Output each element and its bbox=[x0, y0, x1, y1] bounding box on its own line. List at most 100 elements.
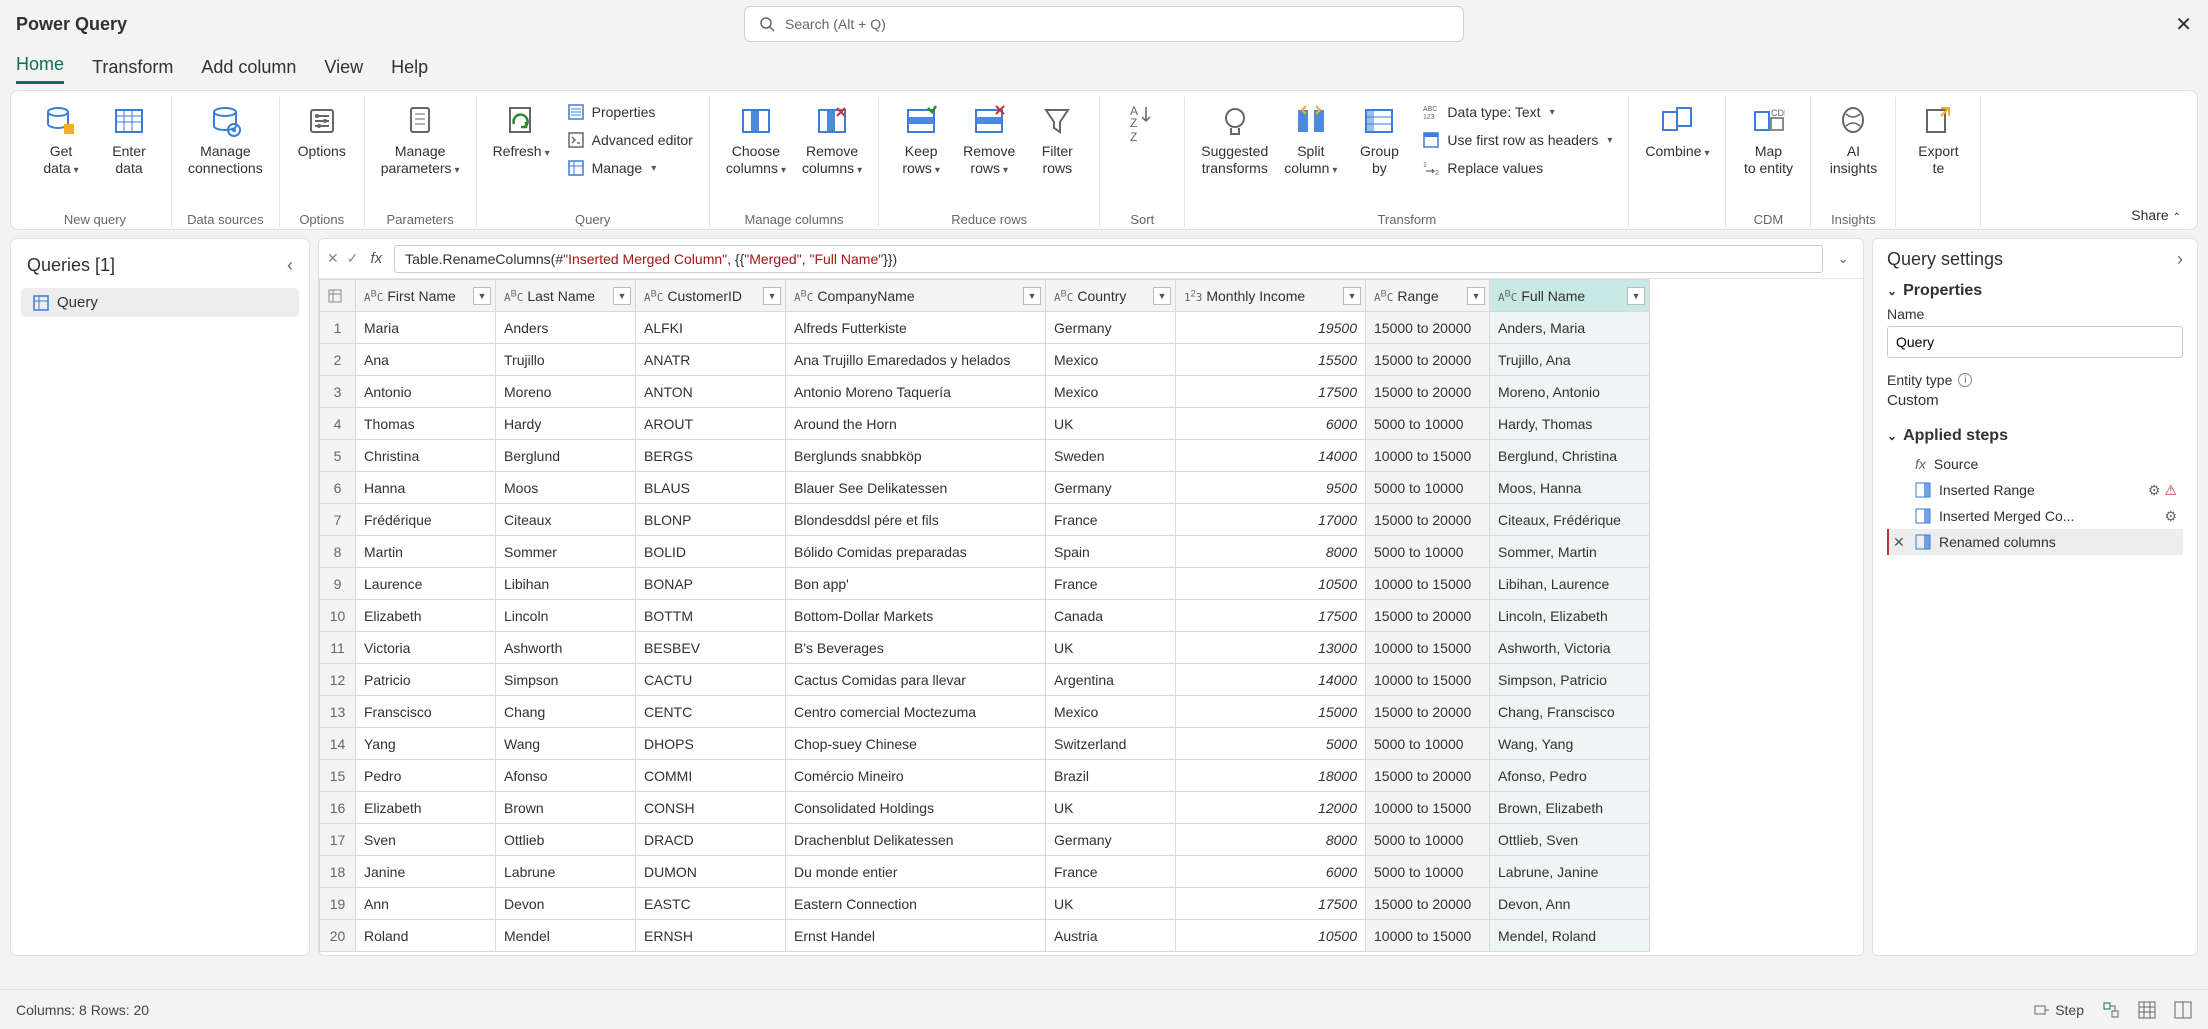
cancel-formula-icon[interactable]: ✕ bbox=[327, 250, 339, 267]
cell[interactable]: 15000 bbox=[1176, 696, 1366, 728]
cell[interactable]: Libihan bbox=[496, 568, 636, 600]
cell[interactable]: Labrune bbox=[496, 856, 636, 888]
applied-step[interactable]: Inserted Range⚙⚠ bbox=[1887, 477, 2183, 503]
cell[interactable]: Bottom-Dollar Markets bbox=[786, 600, 1046, 632]
cell[interactable]: Canada bbox=[1046, 600, 1176, 632]
cell[interactable]: 5000 to 10000 bbox=[1366, 408, 1490, 440]
diagram-view-icon[interactable] bbox=[2102, 1001, 2120, 1019]
cell[interactable]: 19500 bbox=[1176, 312, 1366, 344]
cell[interactable]: Trujillo, Ana bbox=[1490, 344, 1650, 376]
cell[interactable]: 17500 bbox=[1176, 888, 1366, 920]
cell[interactable]: 10000 to 15000 bbox=[1366, 568, 1490, 600]
row-header[interactable]: 15 bbox=[320, 760, 356, 792]
cell[interactable]: France bbox=[1046, 568, 1176, 600]
filter-dropdown-icon[interactable]: ▼ bbox=[1343, 287, 1361, 305]
cell[interactable]: B's Beverages bbox=[786, 632, 1046, 664]
cell[interactable]: UK bbox=[1046, 888, 1176, 920]
filter-dropdown-icon[interactable]: ▼ bbox=[1153, 287, 1171, 305]
gear-icon[interactable]: ⚙ bbox=[2164, 508, 2177, 525]
cell[interactable]: Ana Trujillo Emaredados y helados bbox=[786, 344, 1046, 376]
keep-rows-button[interactable]: Keeprows bbox=[889, 97, 953, 181]
cell[interactable]: Moos bbox=[496, 472, 636, 504]
cell[interactable]: Afonso bbox=[496, 760, 636, 792]
applied-step[interactable]: Inserted Merged Co...⚙ bbox=[1887, 503, 2183, 529]
cell[interactable]: BOLID bbox=[636, 536, 786, 568]
collapse-queries-icon[interactable]: ‹ bbox=[287, 255, 293, 276]
info-icon[interactable]: i bbox=[1958, 373, 1972, 387]
cell[interactable]: 15000 to 20000 bbox=[1366, 600, 1490, 632]
tab-help[interactable]: Help bbox=[391, 57, 428, 84]
cell[interactable]: Bólido Comidas preparadas bbox=[786, 536, 1046, 568]
sort-button[interactable]: AZZ bbox=[1110, 97, 1174, 147]
cell[interactable]: France bbox=[1046, 856, 1176, 888]
cell[interactable]: 15000 to 20000 bbox=[1366, 504, 1490, 536]
replace-values-button[interactable]: 12Replace values bbox=[1415, 155, 1618, 181]
cell[interactable]: 10000 to 15000 bbox=[1366, 632, 1490, 664]
gear-icon[interactable]: ⚙ bbox=[2148, 482, 2161, 499]
delete-step-icon[interactable]: ✕ bbox=[1893, 534, 1905, 551]
cell[interactable]: Ottlieb, Sven bbox=[1490, 824, 1650, 856]
cell[interactable]: Moos, Hanna bbox=[1490, 472, 1650, 504]
cell[interactable]: Consolidated Holdings bbox=[786, 792, 1046, 824]
cell[interactable]: Ana bbox=[356, 344, 496, 376]
suggested-transforms-button[interactable]: Suggestedtransforms bbox=[1195, 97, 1274, 181]
cell[interactable]: DUMON bbox=[636, 856, 786, 888]
refresh-button[interactable]: Refresh bbox=[487, 97, 556, 164]
row-header[interactable]: 19 bbox=[320, 888, 356, 920]
cell[interactable]: 17000 bbox=[1176, 504, 1366, 536]
tab-transform[interactable]: Transform bbox=[92, 57, 173, 84]
cell[interactable]: Germany bbox=[1046, 824, 1176, 856]
cell[interactable]: Chang bbox=[496, 696, 636, 728]
cell[interactable]: Germany bbox=[1046, 472, 1176, 504]
first-row-headers-button[interactable]: Use first row as headers bbox=[1415, 127, 1618, 153]
cell[interactable]: Laurence bbox=[356, 568, 496, 600]
cell[interactable]: Patricio bbox=[356, 664, 496, 696]
column-header-companyname[interactable]: ABCCompanyName▼ bbox=[786, 280, 1046, 312]
cell[interactable]: Bon app' bbox=[786, 568, 1046, 600]
cell[interactable]: Victoria bbox=[356, 632, 496, 664]
query-item[interactable]: Query bbox=[21, 288, 299, 317]
cell[interactable]: 10500 bbox=[1176, 568, 1366, 600]
filter-dropdown-icon[interactable]: ▼ bbox=[613, 287, 631, 305]
row-header[interactable]: 14 bbox=[320, 728, 356, 760]
cell[interactable]: Around the Horn bbox=[786, 408, 1046, 440]
manage-connections-button[interactable]: Manageconnections bbox=[182, 97, 269, 181]
cell[interactable]: Simpson, Patricio bbox=[1490, 664, 1650, 696]
tab-view[interactable]: View bbox=[324, 57, 363, 84]
get-data-button[interactable]: Getdata bbox=[29, 97, 93, 181]
cell[interactable]: 6000 bbox=[1176, 856, 1366, 888]
manage-parameters-button[interactable]: Manageparameters bbox=[375, 97, 466, 181]
cell[interactable]: Centro comercial Moctezuma bbox=[786, 696, 1046, 728]
combine-button[interactable]: Combine bbox=[1639, 97, 1715, 164]
cell[interactable]: Labrune, Janine bbox=[1490, 856, 1650, 888]
export-button[interactable]: Exportte bbox=[1906, 97, 1970, 181]
cell[interactable]: 15000 to 20000 bbox=[1366, 376, 1490, 408]
share-button[interactable]: Share⌃ bbox=[2131, 97, 2189, 227]
column-header-country[interactable]: ABCCountry▼ bbox=[1046, 280, 1176, 312]
cell[interactable]: ANTON bbox=[636, 376, 786, 408]
row-header[interactable]: 18 bbox=[320, 856, 356, 888]
cell[interactable]: Switzerland bbox=[1046, 728, 1176, 760]
cell[interactable]: Ernst Handel bbox=[786, 920, 1046, 952]
row-header[interactable]: 2 bbox=[320, 344, 356, 376]
tab-add-column[interactable]: Add column bbox=[201, 57, 296, 84]
cell[interactable]: Antonio bbox=[356, 376, 496, 408]
cell[interactable]: Chop-suey Chinese bbox=[786, 728, 1046, 760]
cell[interactable]: 10500 bbox=[1176, 920, 1366, 952]
column-header-monthly-income[interactable]: 123Monthly Income▼ bbox=[1176, 280, 1366, 312]
schema-view-icon[interactable] bbox=[2174, 1001, 2192, 1019]
row-header[interactable]: 17 bbox=[320, 824, 356, 856]
applied-steps-section[interactable]: ⌄Applied steps bbox=[1887, 427, 2183, 445]
cell[interactable]: Libihan, Laurence bbox=[1490, 568, 1650, 600]
filter-dropdown-icon[interactable]: ▼ bbox=[1467, 287, 1485, 305]
cell[interactable]: 10000 to 15000 bbox=[1366, 440, 1490, 472]
table-view-icon[interactable] bbox=[2138, 1001, 2156, 1019]
cell[interactable]: ALFKI bbox=[636, 312, 786, 344]
cell[interactable]: Simpson bbox=[496, 664, 636, 696]
cell[interactable]: ERNSH bbox=[636, 920, 786, 952]
formula-input[interactable]: Table.RenameColumns(#"Inserted Merged Co… bbox=[394, 245, 1823, 273]
cell[interactable]: 15000 to 20000 bbox=[1366, 344, 1490, 376]
step-nav[interactable]: Step bbox=[2033, 1002, 2084, 1018]
cell[interactable]: Franscisco bbox=[356, 696, 496, 728]
options-button[interactable]: Options bbox=[290, 97, 354, 164]
